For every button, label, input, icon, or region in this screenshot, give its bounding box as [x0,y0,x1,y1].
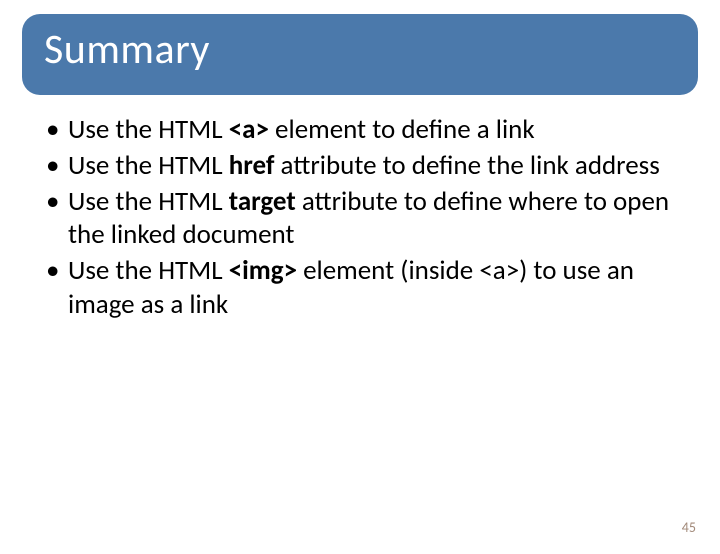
bullet-text-bold: <img> [229,254,297,287]
bullet-text-post: attribute to define the link address [274,149,659,182]
list-item: Use the HTML <a> element to define a lin… [40,113,680,147]
bullet-list: Use the HTML <a> element to define a lin… [40,113,680,322]
bullet-text-pre: Use the HTML [68,254,229,287]
list-item: Use the HTML <img> element (inside <a>) … [40,254,680,322]
bullet-text-pre: Use the HTML [68,185,229,218]
slide-body: Use the HTML <a> element to define a lin… [40,113,680,322]
page-number: 45 [682,519,696,536]
bullet-text-bold: href [229,149,275,182]
bullet-text-pre: Use the HTML [68,149,229,182]
list-item: Use the HTML target attribute to define … [40,185,680,253]
bullet-text-bold: <a> [229,113,269,146]
bullet-text-post: element to define a link [269,113,535,146]
title-bar: Summary [22,14,698,95]
bullet-text-pre: Use the HTML [68,113,229,146]
bullet-text-bold: target [229,185,296,218]
slide-title: Summary [44,24,676,75]
list-item: Use the HTML href attribute to define th… [40,149,680,183]
